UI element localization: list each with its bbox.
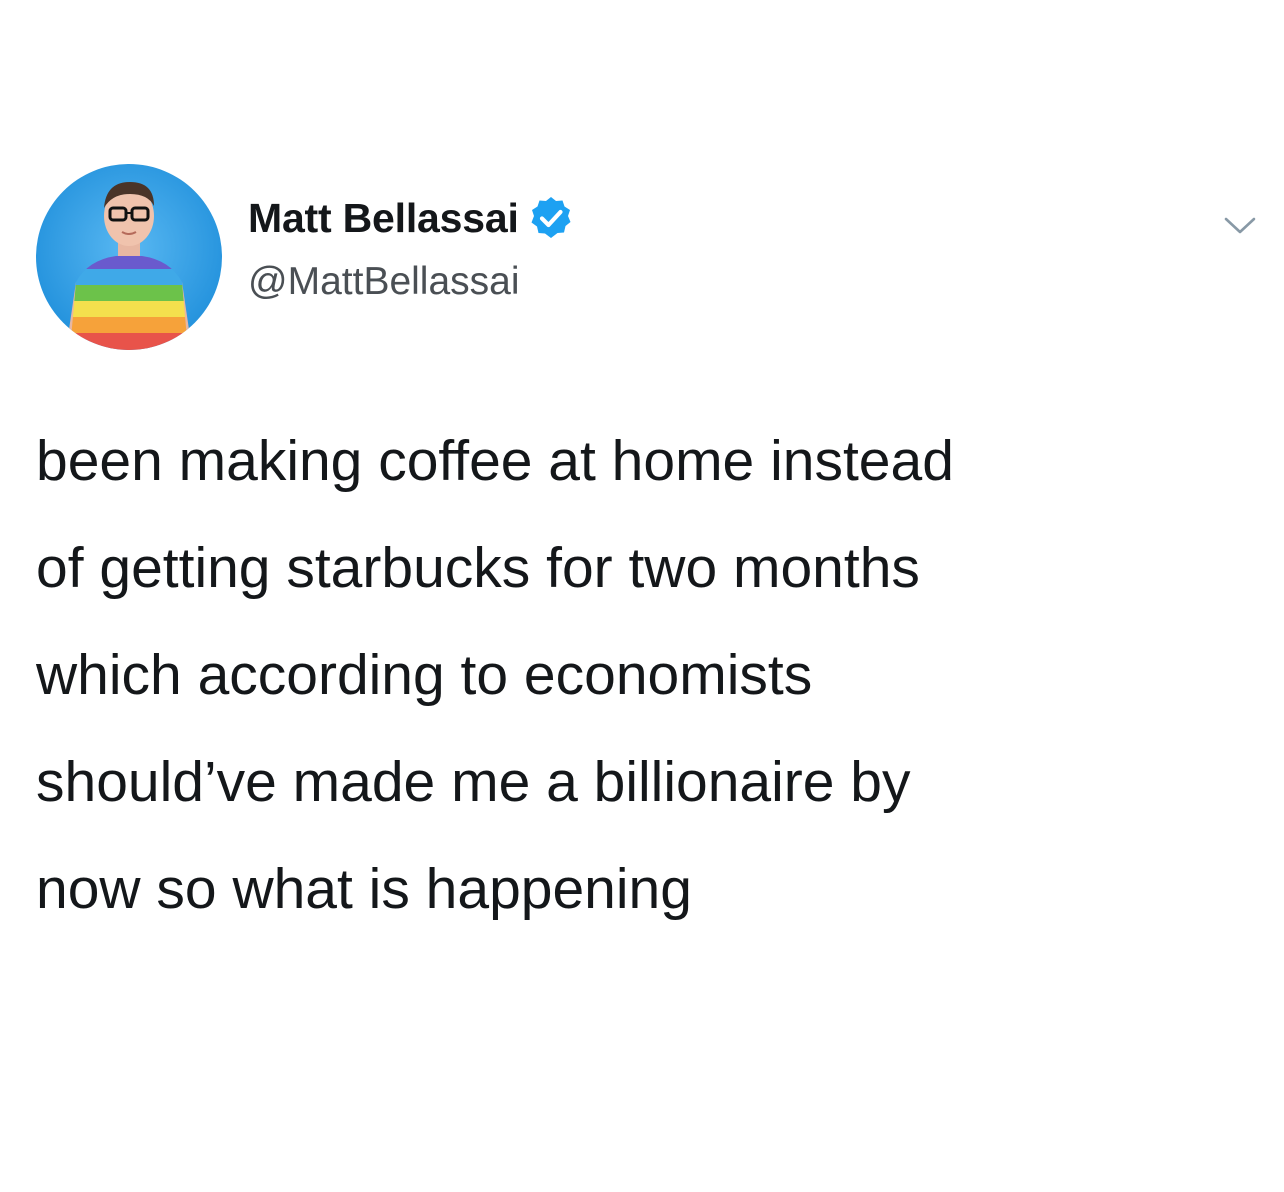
display-name[interactable]: Matt Bellassai <box>248 195 519 242</box>
tweet-card: Matt Bellassai @MattBellassai been makin… <box>0 0 1284 1192</box>
tweet-text-line: should’ve made me a billionaire by <box>36 750 911 814</box>
chevron-down-icon[interactable] <box>1222 210 1258 240</box>
tweet-text: been making coffee at home instead of ge… <box>36 408 1256 943</box>
user-handle[interactable]: @MattBellassai <box>248 260 575 304</box>
tweet-text-line: now so what is happening <box>36 857 692 921</box>
tweet-text-line: of getting starbucks for two months <box>36 536 920 600</box>
verified-badge-icon <box>527 194 575 242</box>
tweet-text-line: which according to economists <box>36 643 813 707</box>
display-name-row: Matt Bellassai <box>248 190 575 246</box>
avatar-image <box>36 164 222 350</box>
profile-avatar[interactable] <box>36 164 222 350</box>
user-info: Matt Bellassai @MattBellassai <box>248 190 575 304</box>
tweet-text-line: been making coffee at home instead <box>36 429 954 493</box>
